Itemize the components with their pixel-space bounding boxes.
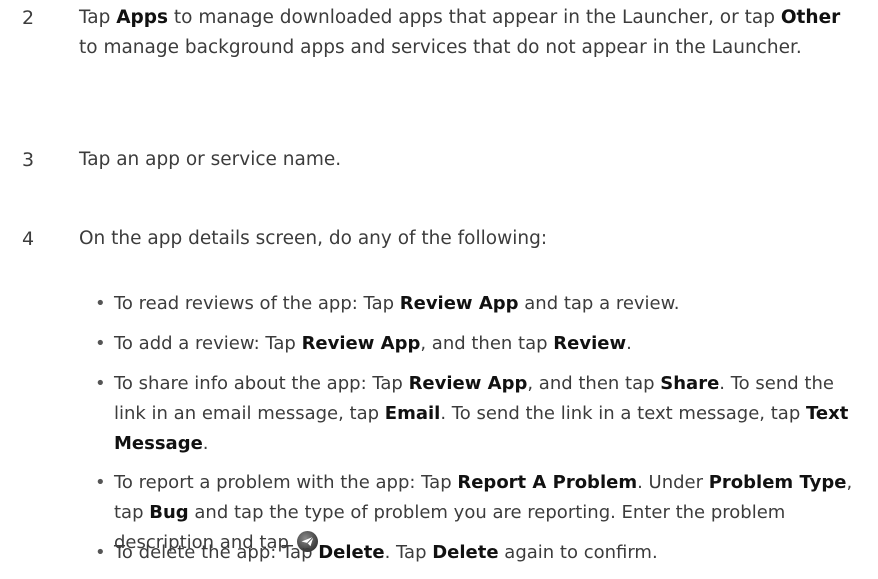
bullet-text: To add a review: Tap Review App, and the… xyxy=(114,333,632,354)
bold-term: Report A Problem xyxy=(457,472,638,493)
step-number: 3 xyxy=(22,149,35,171)
bullet-text: To delete the app: Tap Delete. Tap Delet… xyxy=(114,542,658,563)
step-text: Tap an app or service name. xyxy=(79,149,342,170)
step-text: Tap Apps to manage downloaded apps that … xyxy=(79,7,841,58)
bold-term: Review App xyxy=(399,293,519,314)
bold-term: Other xyxy=(780,7,841,28)
bullet-marker: • xyxy=(95,542,106,563)
step-number: 2 xyxy=(22,7,35,29)
bold-term: Email xyxy=(384,403,441,424)
bullet-marker: • xyxy=(95,472,106,493)
bold-term: Delete xyxy=(318,542,385,563)
bullet-marker: • xyxy=(95,333,106,354)
bold-term: Review App xyxy=(301,333,421,354)
step-number: 4 xyxy=(22,228,35,250)
bold-term: Bug xyxy=(149,502,189,523)
document-page: 2 Tap Apps to manage downloaded apps tha… xyxy=(0,0,878,579)
bold-term: Delete xyxy=(432,542,499,563)
bold-term: Share xyxy=(660,373,720,394)
bold-term: Apps xyxy=(116,7,169,28)
bullet-text: To share info about the app: Tap Review … xyxy=(114,373,849,454)
step-text: On the app details screen, do any of the… xyxy=(79,228,548,249)
bullet-marker: • xyxy=(95,373,106,394)
bold-term: Review xyxy=(553,333,627,354)
bullet-marker: • xyxy=(95,293,106,314)
bold-term: Review App xyxy=(408,373,528,394)
bullet-text: To read reviews of the app: Tap Review A… xyxy=(114,293,680,314)
bold-term: Text Message xyxy=(114,403,849,454)
bold-term: Problem Type xyxy=(708,472,847,493)
